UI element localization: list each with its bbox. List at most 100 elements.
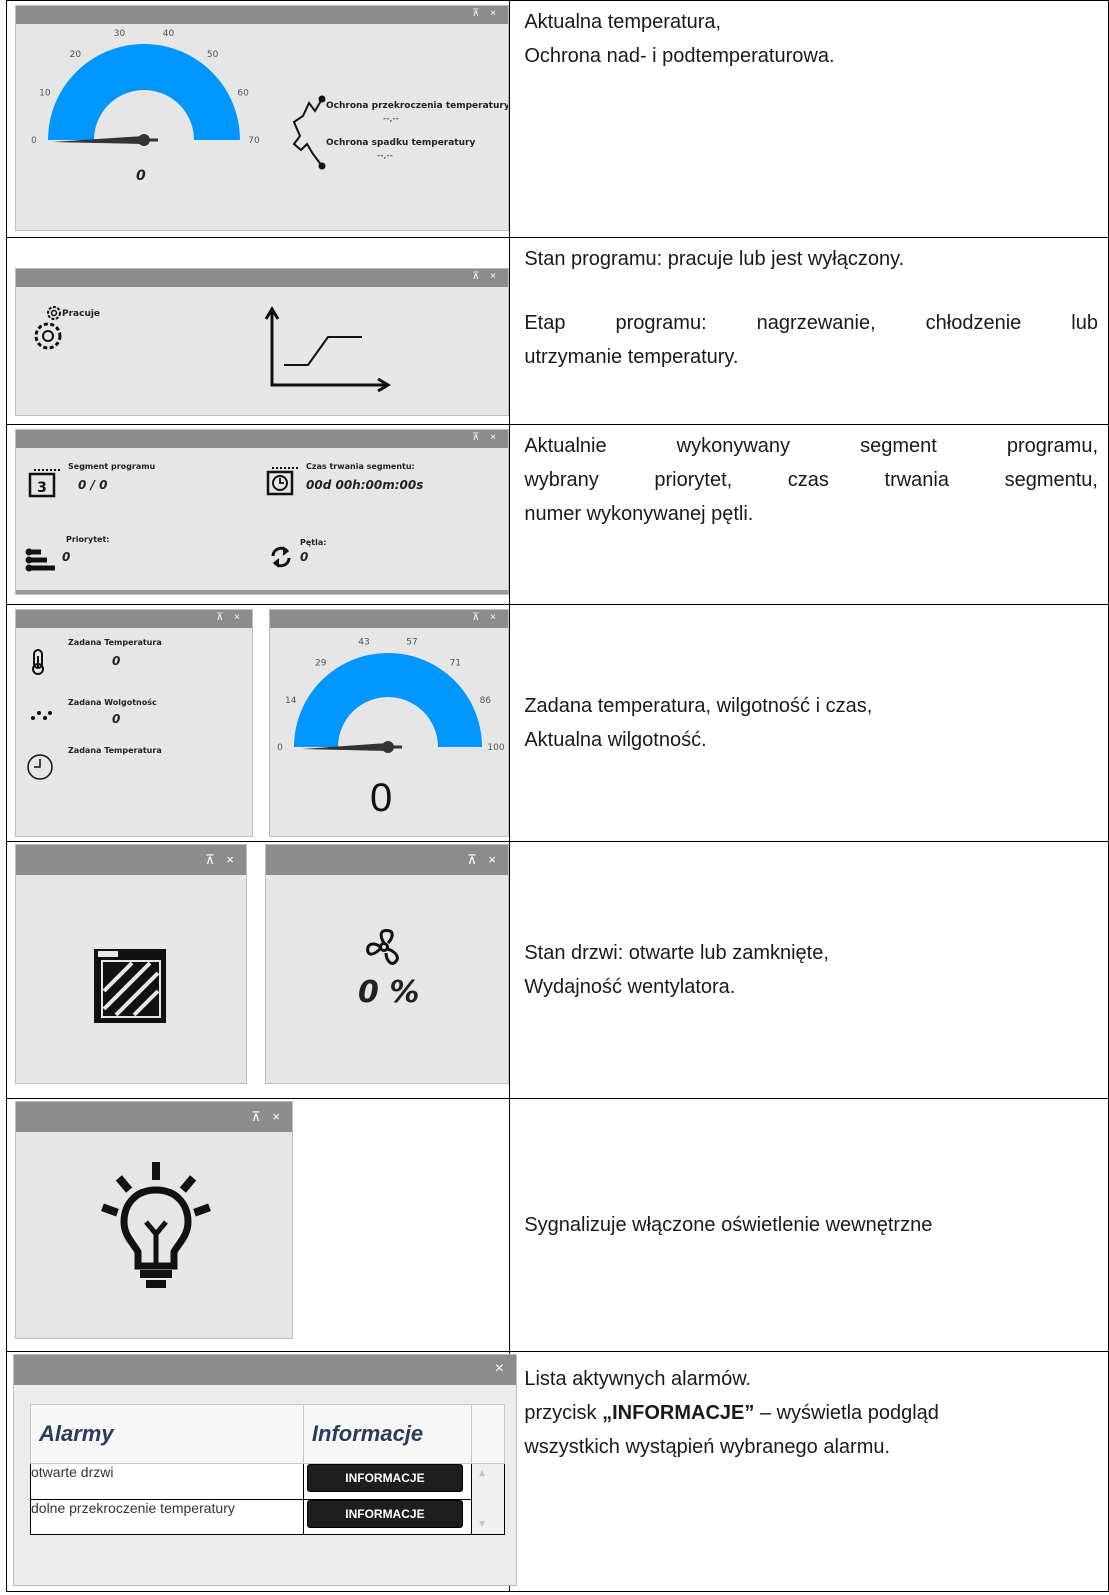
window-controls[interactable]: ⊼ ×	[205, 852, 238, 868]
desc-line: Ochrona nad- i podtemperaturowa.	[524, 45, 835, 67]
gauge-tick-label: 50	[207, 50, 219, 60]
row-door-fan: ⊼ × ⊼ × 0 % Stan drzwi: otwarte lub zamk…	[5, 841, 1109, 1099]
set-temp-label: Zadana Temperatura	[68, 638, 162, 647]
alarms-table: Alarmy Informacje otwarte drzwi INFORMAC…	[30, 1404, 505, 1535]
segment-value: 0 / 0	[78, 478, 108, 492]
desc-line: Zadana temperatura, wilgotność i czas,	[524, 695, 873, 717]
set-time-label: Zadana Temperatura	[68, 746, 162, 755]
window-controls[interactable]: ⊼ ×	[472, 612, 500, 623]
titlebar: ⊼ ×	[16, 430, 508, 448]
desc-line: Aktualna wilgotność.	[524, 729, 707, 751]
gauge-tick-label: 43	[358, 638, 369, 648]
clock-icon	[27, 754, 53, 780]
titlebar: ⊼ ×	[16, 269, 508, 287]
calendar-digit: 3	[37, 480, 47, 496]
door-icon	[94, 949, 166, 1023]
scrollbar[interactable]: ▲ ▼	[471, 1463, 505, 1535]
program-description: Stan programu: pracuje lub jest wyłączon…	[509, 237, 1109, 425]
desc-line: wybrany priorytet, czas trwania segmentu…	[524, 469, 1098, 491]
desc-line: utrzymanie temperatury.	[524, 346, 739, 368]
loop-icon	[271, 546, 291, 568]
gauge-tick-label: 29	[315, 659, 327, 669]
desc-suffix: – wyświetla podgląd	[754, 1402, 939, 1424]
titlebar: ⊼ ×	[16, 1102, 292, 1132]
gauge-tick-label: 40	[163, 29, 175, 39]
program-window: ⊼ × Pracuje	[15, 268, 509, 416]
set-temp-value: 0	[112, 654, 121, 668]
duration-label: Czas trwania segmentu:	[306, 462, 415, 471]
program-panel-cell: ⊼ × Pracuje	[5, 237, 511, 425]
alarms-description: Lista aktywnych alarmów. przycisk „INFOR…	[509, 1351, 1109, 1592]
desc-line: Etap programu: nagrzewanie, chłodzenie l…	[524, 312, 1098, 334]
alarms-panel-cell: × Alarmy Informacje otwarte drzwi INFORM…	[5, 1351, 517, 1592]
temperature-value: 0	[136, 168, 146, 184]
set-hum-value: 0	[112, 712, 121, 726]
thermometer-icon	[32, 649, 44, 675]
informacje-button[interactable]: INFORMACJE	[306, 1499, 463, 1528]
duration-value: 00d 00h:00m:00s	[306, 478, 424, 492]
priority-icon	[25, 548, 55, 572]
desc-line: Sygnalizuje włączone oświetlenie wewnętr…	[524, 1214, 933, 1236]
protect-under-value: --,--	[377, 151, 393, 161]
segment-window: ⊼ × 3 Segment programu 0 / 0 Czas trwani…	[15, 429, 509, 595]
window-controls[interactable]: ⊼ ×	[472, 8, 500, 19]
priority-label: Priorytet:	[66, 535, 110, 544]
table-header: Alarmy Informacje	[30, 1404, 505, 1464]
row-segment: ⊼ × 3 Segment programu 0 / 0 Czas trwani…	[5, 424, 1109, 605]
desc-prefix: przycisk	[524, 1402, 603, 1424]
alarms-window: × Alarmy Informacje otwarte drzwi INFORM…	[13, 1354, 517, 1586]
informacje-button[interactable]: INFORMACJE	[306, 1464, 463, 1492]
table-row[interactable]: dolne przekroczenie temperatury INFORMAC…	[30, 1498, 505, 1535]
close-icon[interactable]: ×	[495, 1360, 508, 1378]
desc-line: Aktualnie wykonywany segment programu,	[524, 435, 1098, 457]
humidity-window: ⊼ × 0 14 29 43 57 71 86 100 0	[269, 609, 509, 837]
row-temperature: ⊼ × 0 10 20 30 40 50 60 70 0 Ochrona przekrocze…	[5, 0, 1109, 238]
loop-value: 0	[300, 550, 309, 564]
desc-line: Stan drzwi: otwarte lub zamknięte,	[524, 942, 829, 964]
row-alarms: × Alarmy Informacje otwarte drzwi INFORM…	[5, 1351, 1109, 1592]
gauge-needle-tail	[388, 745, 402, 749]
segment-label: Segment programu	[68, 462, 156, 471]
program-status-label: Pracuje	[62, 309, 101, 319]
setpoints-panel-cell: ⊼ × Zadana Temperatura 0 Zadana Wolgotno…	[5, 604, 511, 842]
tab-strip	[16, 590, 508, 594]
scroll-up-icon[interactable]: ▲	[477, 1468, 487, 1479]
light-bulb-icon	[101, 1162, 211, 1288]
fan-icon	[366, 929, 399, 965]
setpoints-description: Zadana temperatura, wilgotność i czas, A…	[509, 604, 1109, 842]
gauge-tick-label: 20	[70, 50, 82, 60]
protect-under-label: Ochrona spadku temperatury	[326, 138, 476, 148]
humidity-value: 0	[370, 776, 393, 820]
table-row[interactable]: otwarte drzwi INFORMACJE ▲ ▼	[30, 1463, 505, 1535]
gauge-tick-label: 100	[487, 743, 504, 753]
door-fan-description: Stan drzwi: otwarte lub zamknięte, Wydaj…	[509, 841, 1109, 1099]
window-controls[interactable]: ⊼ ×	[216, 612, 244, 623]
gauge-tick-label: 30	[114, 29, 126, 39]
window-controls[interactable]: ⊼ ×	[472, 271, 500, 282]
desc-line: Lista aktywnych alarmów.	[524, 1368, 752, 1390]
row-setpoints: ⊼ × Zadana Temperatura 0 Zadana Wolgotno…	[5, 604, 1109, 842]
temperature-panel-cell: ⊼ × 0 10 20 30 40 50 60 70 0 Ochrona przekrocze…	[5, 0, 511, 238]
gauge-tick-label: 60	[237, 88, 249, 98]
gauge-tick-label: 70	[248, 136, 260, 146]
light-window: ⊼ ×	[15, 1101, 293, 1339]
titlebar: ⊼ ×	[270, 610, 508, 628]
col-info[interactable]: Informacje	[302, 1404, 473, 1464]
row-program-state: ⊼ × Pracuje Stan programu: pracuje lub j…	[5, 237, 1109, 425]
gauge-tick-label: 0	[31, 136, 37, 146]
titlebar: ⊼ ×	[16, 6, 508, 24]
desc-line: przycisk „INFORMACJE” – wyświetla podglą…	[524, 1396, 1098, 1430]
window-controls[interactable]: ⊼ ×	[472, 432, 500, 443]
temperature-window: ⊼ × 0 10 20 30 40 50 60 70 0 Ochrona przekrocze…	[15, 5, 509, 231]
gauge-tick-label: 57	[406, 638, 417, 648]
row-light: ⊼ × Sygnalizuje włączone oświetlenie wew…	[5, 1098, 1109, 1352]
loop-label: Pętla:	[300, 538, 327, 547]
segment-panel-cell: ⊼ × 3 Segment programu 0 / 0 Czas trwani…	[5, 424, 511, 605]
desc-bold: „INFORMACJE”	[602, 1402, 755, 1424]
titlebar: ⊼ ×	[16, 845, 246, 875]
calendar-icon: 3	[28, 469, 62, 498]
scroll-down-icon[interactable]: ▼	[477, 1519, 487, 1530]
window-controls[interactable]: ⊼ ×	[467, 852, 500, 868]
window-controls[interactable]: ⊼ ×	[251, 1109, 284, 1125]
col-alarms[interactable]: Alarmy	[30, 1404, 304, 1464]
